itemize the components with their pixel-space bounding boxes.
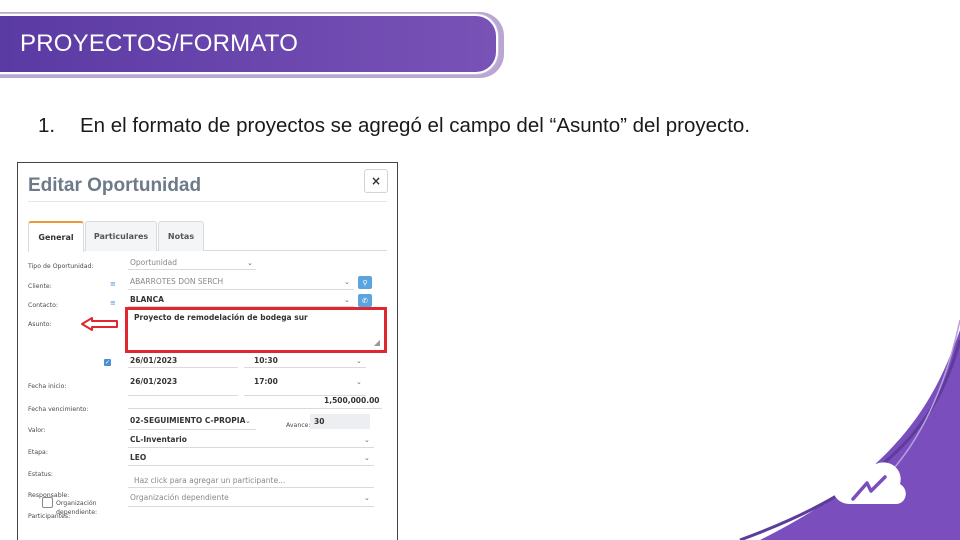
participantes-underline <box>128 487 374 488</box>
dialog-divider <box>28 201 387 202</box>
tab-general[interactable]: General <box>28 221 84 252</box>
valor-underline <box>128 408 382 409</box>
tab-bar: General Particulares Notas <box>28 219 387 252</box>
bullet-item: 1. En el formato de proyectos se agregó … <box>38 114 750 138</box>
list-icon[interactable]: ≡ <box>110 280 116 288</box>
chevron-down-icon: ⌄ <box>344 296 350 304</box>
estatus-underline <box>128 447 374 448</box>
avance-label: Avance: <box>286 422 311 429</box>
fecha-venc-label: Fecha vencimiento: <box>28 406 89 413</box>
cliente-select[interactable]: ABARROTES DON SERCH <box>130 277 223 286</box>
fecha-inicio-date[interactable]: 26/01/2023 <box>130 356 177 365</box>
resize-handle-icon[interactable]: ◢ <box>374 338 380 347</box>
etapa-label: Etapa: <box>28 449 48 456</box>
org-dep-select[interactable]: Organización dependiente <box>130 493 229 502</box>
avance-value: 30 <box>314 417 325 426</box>
asunto-textarea[interactable]: Proyecto de remodelación de bodega sur ◢ <box>125 307 387 353</box>
chevron-down-icon: ⌄ <box>247 259 253 267</box>
hora-inicio-underline <box>244 367 366 368</box>
etapa-underline <box>128 429 256 430</box>
search-icon[interactable]: ⚲ <box>358 276 372 289</box>
list-icon[interactable]: ≡ <box>110 299 116 307</box>
chevron-down-icon: ⌄ <box>356 357 362 365</box>
fecha-inicio-label: Fecha inicio: <box>28 383 67 390</box>
tab-particulares[interactable]: Particulares <box>85 221 157 251</box>
valor-input[interactable]: 1,500,000.00 <box>324 396 380 405</box>
bullet-text: En el formato de proyectos se agregó el … <box>80 114 751 137</box>
chevron-down-icon: ⌄ <box>245 417 251 425</box>
tipo-select[interactable]: Oportunidad <box>130 258 177 267</box>
responsable-underline <box>128 465 374 466</box>
chevron-down-icon: ⌄ <box>364 454 370 462</box>
valor-label: Valor: <box>28 427 46 434</box>
bullet-number: 1. <box>38 114 56 137</box>
cliente-underline <box>128 289 354 290</box>
avance-input[interactable]: 30 <box>310 414 370 429</box>
fecha-venc-underline <box>128 395 238 396</box>
tipo-label: Tipo de Oportunidad: <box>28 263 94 270</box>
asunto-value: Proyecto de remodelación de bodega sur <box>134 313 308 322</box>
dialog-title: Editar Oportunidad <box>28 175 202 196</box>
org-dep-checkbox[interactable] <box>42 497 53 508</box>
estatus-select[interactable]: CL-Inventario <box>130 435 187 444</box>
fecha-venc-date[interactable]: 26/01/2023 <box>130 377 177 386</box>
chevron-down-icon: ⌄ <box>364 494 370 502</box>
fecha-venc-time[interactable]: 17:00 <box>254 377 278 386</box>
close-icon[interactable]: × <box>364 169 388 193</box>
check-icon[interactable]: ✓ <box>104 359 111 366</box>
chevron-down-icon: ⌄ <box>364 436 370 444</box>
tipo-underline <box>128 269 256 270</box>
fecha-inicio-underline <box>128 367 238 368</box>
corner-decoration <box>739 319 960 540</box>
fecha-inicio-time[interactable]: 10:30 <box>254 356 278 365</box>
contacto-select[interactable]: BLANCA <box>130 295 164 304</box>
chevron-down-icon: ⌄ <box>344 278 350 286</box>
slide-title: PROYECTOS/FORMATO <box>20 30 299 57</box>
tab-notas[interactable]: Notas <box>158 221 204 251</box>
org-dep-label: Organización dependiente: <box>56 500 98 516</box>
asunto-label: Asunto: <box>28 321 52 328</box>
estatus-label: Estatus: <box>28 471 54 478</box>
left-arrow-icon <box>81 317 118 331</box>
org-dep-underline <box>128 506 374 507</box>
edit-opportunity-dialog: Editar Oportunidad × General Particulare… <box>17 162 398 540</box>
participantes-input[interactable]: Haz click para agregar un participante..… <box>134 476 285 485</box>
cliente-label: Cliente: <box>28 283 52 290</box>
etapa-select[interactable]: 02-SEGUIMIENTO C-PROPIA <box>130 416 245 425</box>
contacto-label: Contacto: <box>28 302 58 309</box>
phone-icon[interactable]: ✆ <box>358 294 372 307</box>
responsable-select[interactable]: LEO <box>130 453 146 462</box>
chevron-down-icon: ⌄ <box>356 378 362 386</box>
